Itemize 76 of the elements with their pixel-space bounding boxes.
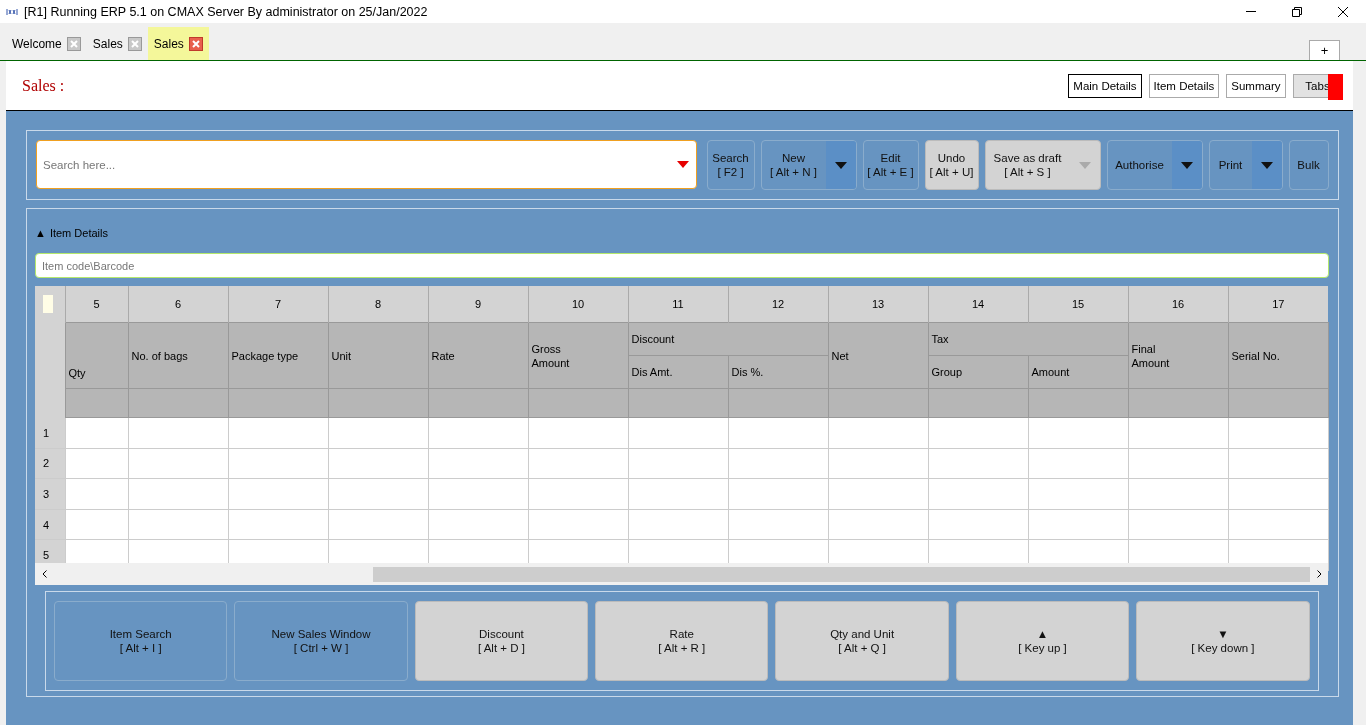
caret-icon <box>1180 161 1193 169</box>
horizontal-scrollbar[interactable] <box>35 563 1328 585</box>
column-number: 13 <box>828 286 928 323</box>
caret-icon <box>1260 161 1273 169</box>
tab[interactable]: Sales <box>147 27 209 60</box>
dropdown-caret-icon <box>676 161 689 168</box>
caret-icon <box>834 161 847 169</box>
row-number: 1 <box>35 417 65 449</box>
close-icon[interactable] <box>127 36 142 51</box>
shortcut-button[interactable]: Rate [ Alt + R ] <box>595 601 769 681</box>
column-header: Group <box>928 355 1028 389</box>
column-header: Dis Amt. <box>628 355 728 389</box>
column-number: 5 <box>65 286 128 323</box>
dropdown-toggle[interactable] <box>1251 141 1282 189</box>
shortcut-button[interactable]: Item Search [ Alt + I ] <box>54 601 228 681</box>
close-icon[interactable] <box>66 36 81 51</box>
tab[interactable]: Sales <box>86 27 148 60</box>
shortcut-button[interactable]: ▼ [ Key down ] <box>1136 601 1310 681</box>
overflow-marker <box>1327 73 1343 100</box>
column-number: 7 <box>228 286 328 323</box>
close-icon[interactable] <box>188 36 203 51</box>
column-number: 9 <box>428 286 528 323</box>
toolbar-button[interactable]: Authorise <box>1106 140 1203 190</box>
column-number: 8 <box>328 286 428 323</box>
column-header: Rate <box>428 322 528 389</box>
search-field[interactable]: Search here... <box>36 140 697 189</box>
column-header: Serial No. <box>1228 322 1328 389</box>
column-number: 12 <box>728 286 828 323</box>
shortcut-button[interactable]: Qty and Unit [ Alt + Q ] <box>775 601 949 681</box>
scroll-left-icon[interactable] <box>41 570 47 578</box>
selection-marker <box>43 295 53 314</box>
toolbar-button[interactable]: New [ Alt + N ] <box>760 140 857 190</box>
column-number: 16 <box>1128 286 1228 323</box>
view-button[interactable]: Item Details <box>1148 73 1220 98</box>
scroll-right-icon[interactable] <box>1316 570 1322 578</box>
app-icon <box>6 7 18 16</box>
item-code-field[interactable]: Item code\Barcode <box>35 253 1329 278</box>
toolbar-button[interactable]: Bulk <box>1288 140 1329 190</box>
tab[interactable]: Welcome <box>6 27 87 60</box>
column-header: Gross Amount <box>528 322 628 389</box>
column-header: Dis %. <box>728 355 828 389</box>
caret-icon <box>1078 161 1091 169</box>
dropdown-toggle[interactable] <box>825 141 856 189</box>
page-title: Sales : <box>22 76 65 95</box>
column-number: 11 <box>628 286 728 323</box>
column-number: 14 <box>928 286 1028 323</box>
toolbar-button[interactable]: Search [ F2 ] <box>706 140 755 190</box>
column-header: Net <box>828 322 928 389</box>
shortcut-button[interactable]: New Sales Window [ Ctrl + W ] <box>234 601 408 681</box>
shortcut-button[interactable]: Discount [ Alt + D ] <box>414 601 589 681</box>
row-number: 3 <box>35 478 65 510</box>
toolbar-button[interactable]: Print <box>1208 140 1283 190</box>
toolbar-button[interactable]: Save as draft [ Alt + S ] <box>984 140 1101 190</box>
column-number: 10 <box>528 286 628 323</box>
column-number: 15 <box>1028 286 1128 323</box>
window-title: [R1] Running ERP 5.1 on CMAX Server By administrator on 25/Jan/2022 <box>24 4 429 19</box>
column-header: No. of bags <box>128 322 228 389</box>
column-header: Amount <box>1028 355 1128 389</box>
toolbar-button[interactable]: Undo [ Alt + U] <box>924 140 979 190</box>
column-group-header: Tax <box>928 322 1128 356</box>
shortcut-button[interactable]: ▲ [ Key up ] <box>955 601 1130 681</box>
column-number: 17 <box>1228 286 1328 323</box>
column-group-header: Discount <box>628 322 828 356</box>
view-button[interactable]: Main Details <box>1068 73 1142 98</box>
row-number: 4 <box>35 509 65 540</box>
dropdown-toggle[interactable] <box>1171 141 1202 189</box>
column-header: Unit <box>328 322 428 389</box>
new-tab-button[interactable]: + <box>1309 40 1340 60</box>
toolbar-button[interactable]: Edit [ Alt + E ] <box>862 140 919 190</box>
view-button[interactable]: Summary <box>1226 73 1286 98</box>
column-number: 6 <box>128 286 228 323</box>
column-header: Qty <box>65 322 128 389</box>
section-toggle[interactable]: ▲ Item Details <box>35 219 1329 247</box>
row-number: 2 <box>35 448 65 479</box>
column-header: Final Amount <box>1128 322 1228 389</box>
column-header: Package type <box>228 322 328 389</box>
